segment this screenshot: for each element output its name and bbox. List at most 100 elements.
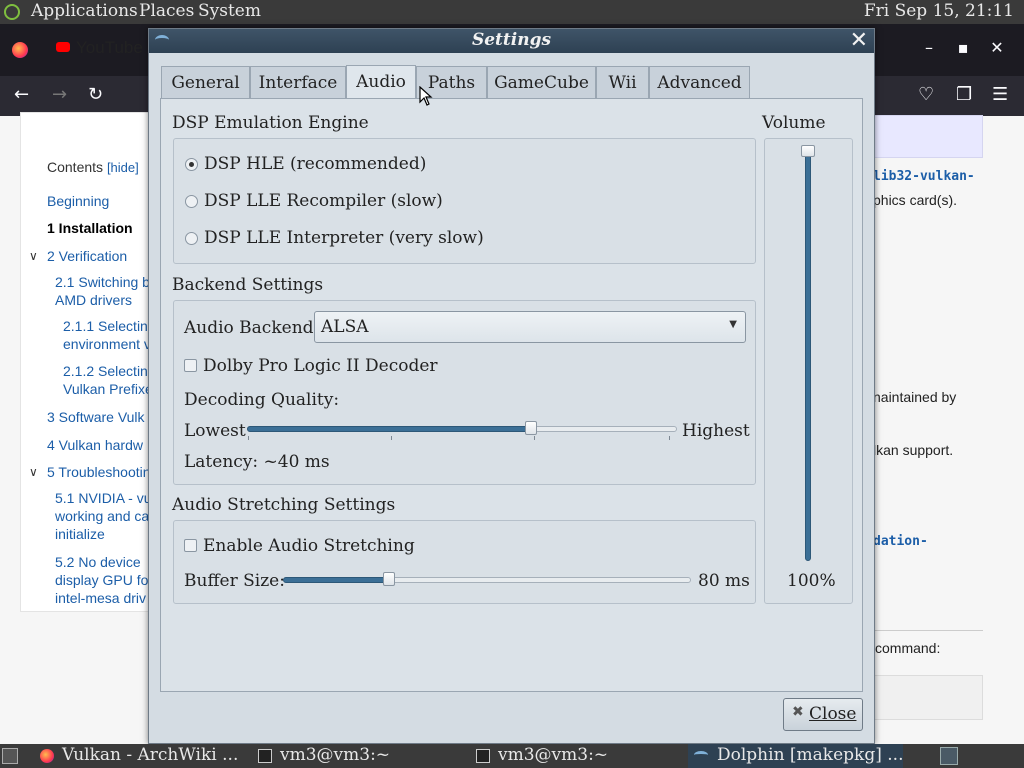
toc-item[interactable]: 2 Verification	[47, 248, 127, 264]
distro-logo-icon[interactable]	[4, 4, 20, 20]
dsp-hle-label[interactable]: DSP HLE (recommended)	[204, 154, 426, 174]
dsp-lle-interpreter-radio[interactable]	[185, 232, 198, 245]
audio-backend-label: Audio Backend:	[184, 318, 320, 338]
close-button-label: Close	[809, 704, 857, 724]
pocket-icon[interactable]: ♡	[918, 84, 934, 105]
toc-item[interactable]: display GPU fo	[55, 572, 148, 588]
audio-backend-select[interactable]: ALSA ▼	[314, 311, 746, 343]
taskbar-item-label: Vulkan - ArchWiki ...	[62, 745, 239, 765]
buffer-size-fill	[283, 577, 390, 583]
backend-group: Audio Backend: ALSA ▼ Dolby Pro Logic II…	[173, 300, 756, 485]
dsp-lle-interpreter-label[interactable]: DSP LLE Interpreter (very slow)	[204, 228, 484, 248]
tab-interface[interactable]: Interface	[250, 66, 346, 100]
article-text: command:	[875, 640, 941, 656]
close-icon[interactable]: ✕	[850, 28, 868, 53]
close-button[interactable]: ✖ Close	[783, 698, 863, 731]
taskbar-item-browser[interactable]: Vulkan - ArchWiki ...	[24, 744, 244, 768]
toc-item[interactable]: 2.1.2 Selectin	[63, 363, 148, 379]
divider	[873, 630, 983, 631]
tab-audio[interactable]: Audio	[346, 65, 416, 101]
firefox-icon[interactable]	[12, 42, 28, 58]
toc-item[interactable]: 5.1 NVIDIA - vu	[55, 490, 151, 506]
toc-item[interactable]: 3 Software Vulk	[47, 409, 145, 425]
slider-tick	[534, 436, 535, 440]
taskbar-item-label: vm3@vm3:~	[280, 745, 391, 765]
extensions-icon[interactable]: ❐	[956, 84, 972, 105]
latency-label: Latency: ~40 ms	[184, 452, 330, 472]
toc-item[interactable]: Vulkan Prefixe	[63, 381, 153, 397]
enable-stretching-checkbox[interactable]	[184, 539, 197, 552]
show-desktop-icon[interactable]	[2, 748, 18, 764]
dolby-checkbox[interactable]	[184, 359, 197, 372]
toc-item[interactable]: environment v	[63, 336, 151, 352]
menu-places[interactable]: Places	[139, 1, 194, 21]
tab-advanced[interactable]: Advanced	[649, 66, 750, 100]
dsp-group: DSP HLE (recommended) DSP LLE Recompiler…	[173, 138, 756, 264]
menu-icon[interactable]: ☰	[992, 84, 1008, 105]
dsp-lle-recompiler-radio[interactable]	[185, 195, 198, 208]
taskbar-item-dolphin[interactable]: Dolphin [makepkg] ...	[688, 744, 903, 768]
tab-general[interactable]: General	[161, 66, 250, 100]
toc-item[interactable]: intel-mesa driv	[55, 590, 146, 606]
toc-item[interactable]: 2.1.1 Selectin	[63, 318, 148, 334]
decoding-quality-slider[interactable]	[247, 421, 677, 440]
back-icon[interactable]: ←	[14, 84, 29, 105]
volume-slider[interactable]	[801, 145, 815, 561]
note-box	[873, 115, 983, 158]
enable-stretching-label[interactable]: Enable Audio Stretching	[203, 536, 415, 556]
settings-dialog: Settings ✕ General Interface Audio Paths…	[148, 28, 875, 744]
stretching-group: Enable Audio Stretching Buffer Size: 80 …	[173, 520, 756, 604]
dolphin-icon	[694, 751, 708, 759]
toc-item[interactable]: AMD drivers	[55, 292, 132, 308]
dsp-hle-radio[interactable]	[185, 158, 198, 171]
youtube-icon	[56, 42, 70, 52]
decoding-quality-handle[interactable]	[524, 421, 537, 435]
taskbar-item-terminal-1[interactable]: vm3@vm3:~	[250, 744, 460, 768]
close-window-icon[interactable]: ✕	[980, 38, 1014, 57]
dialog-title: Settings	[471, 30, 552, 50]
forward-icon[interactable]: →	[52, 84, 67, 105]
dsp-lle-recompiler-label[interactable]: DSP LLE Recompiler (slow)	[204, 191, 443, 211]
taskbar-item-label: Dolphin [makepkg] ...	[717, 745, 903, 765]
browser-tab-youtube[interactable]: YouTube	[48, 32, 158, 68]
toc-item[interactable]: 2.1 Switching b	[55, 274, 150, 290]
buffer-size-value: 80 ms	[698, 571, 750, 591]
tab-gamecube[interactable]: GameCube	[487, 66, 596, 100]
workspace-switcher-icon[interactable]	[940, 747, 958, 765]
audio-tab-pane: DSP Emulation Engine DSP HLE (recommende…	[160, 98, 863, 692]
menu-system[interactable]: System	[198, 1, 261, 21]
dsp-group-title: DSP Emulation Engine	[172, 113, 369, 133]
taskbar-item-terminal-2[interactable]: vm3@vm3:~	[468, 744, 683, 768]
toc-item[interactable]: working and ca	[55, 508, 149, 524]
toc-hide-link[interactable]: [hide]	[107, 160, 139, 175]
close-icon: ✖	[792, 704, 804, 720]
dialog-titlebar[interactable]: Settings ✕	[149, 28, 874, 53]
minimize-icon[interactable]: –	[912, 38, 946, 57]
chevron-down-icon[interactable]: ∨	[29, 249, 38, 263]
backend-group-title: Backend Settings	[172, 275, 324, 295]
toc-item[interactable]: 5.2 No device	[55, 554, 141, 570]
chevron-down-icon: ▼	[729, 319, 737, 330]
volume-slider-handle[interactable]	[801, 145, 815, 157]
chevron-down-icon[interactable]: ∨	[29, 465, 38, 479]
toc-item[interactable]: initialize	[55, 526, 105, 542]
clock[interactable]: Fri Sep 15, 21:11	[864, 1, 1014, 21]
volume-slider-fill	[805, 151, 811, 561]
decoding-quality-label: Decoding Quality:	[184, 390, 340, 410]
toc-item[interactable]: 1 Installation	[47, 220, 133, 236]
toc-item[interactable]: 5 Troubleshootin	[47, 464, 151, 480]
toc-item[interactable]: Beginning	[47, 193, 109, 209]
buffer-size-handle[interactable]	[383, 572, 396, 586]
buffer-size-slider[interactable]	[283, 572, 691, 586]
maximize-icon[interactable]: ▪	[946, 38, 980, 57]
article-text: naintained by	[873, 389, 957, 405]
tab-wii[interactable]: Wii	[596, 66, 649, 100]
article-text: lkan support.	[873, 442, 954, 458]
mouse-cursor-icon	[419, 86, 433, 106]
buffer-size-label: Buffer Size:	[184, 571, 285, 591]
menu-applications[interactable]: Applications	[31, 1, 138, 21]
toc-item[interactable]: 4 Vulkan hardw	[47, 437, 143, 453]
dolby-label[interactable]: Dolby Pro Logic II Decoder	[203, 356, 438, 376]
reload-icon[interactable]: ↻	[88, 84, 103, 105]
audio-backend-value: ALSA	[321, 317, 369, 337]
